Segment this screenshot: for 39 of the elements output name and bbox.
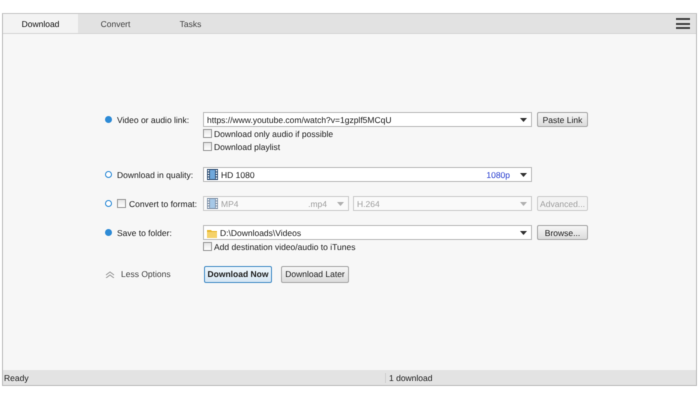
menu-icon[interactable] [676,18,690,29]
tab[interactable]: Tasks [153,14,228,33]
radio-button[interactable] [105,200,112,207]
field-label: Convert to format: [129,198,198,208]
radio-button[interactable] [105,116,112,123]
caret-icon [520,118,527,122]
checkbox[interactable] [203,142,212,151]
tab[interactable]: Convert [78,14,153,33]
button[interactable]: Browse... [537,225,588,240]
caret-icon [337,202,344,206]
film-icon [207,169,218,180]
checkbox[interactable] [117,199,126,208]
status-text: Ready [3,372,386,382]
caret-icon [520,202,527,206]
resolution-label: 1080p [486,170,510,180]
url-field[interactable]: https://www.youtube.com/watch?v=1gzplf5MCqU [203,112,532,127]
tab[interactable]: Download [3,14,78,33]
quality-dropdown[interactable]: HD 1080 1080p [203,167,532,182]
field-label: Save to folder: [117,228,172,238]
chevron-up-icon[interactable] [105,270,115,278]
option-label: Download playlist [214,142,280,152]
film-icon [207,198,218,209]
checkbox[interactable] [203,129,212,138]
button[interactable]: Download Later [281,266,349,282]
status-text: 1 download [388,372,432,382]
radio-button[interactable] [105,171,112,178]
option-label: Add destination video/audio to iTunes [214,242,356,252]
field-label: Video or audio link: [117,114,190,124]
folder-icon [207,228,217,238]
option-label: Download only audio if possible [214,128,334,138]
less-options-link[interactable]: Less Options [121,269,171,279]
folder-field[interactable]: D:\Downloads\Videos [203,225,532,240]
radio-button[interactable] [105,229,112,236]
field-label: Download in quality: [117,170,194,180]
button[interactable]: Download Now [204,266,272,282]
caret-icon [520,172,527,176]
checkbox[interactable] [203,242,212,251]
caret-icon [520,230,527,234]
button[interactable]: Paste Link [537,112,588,127]
